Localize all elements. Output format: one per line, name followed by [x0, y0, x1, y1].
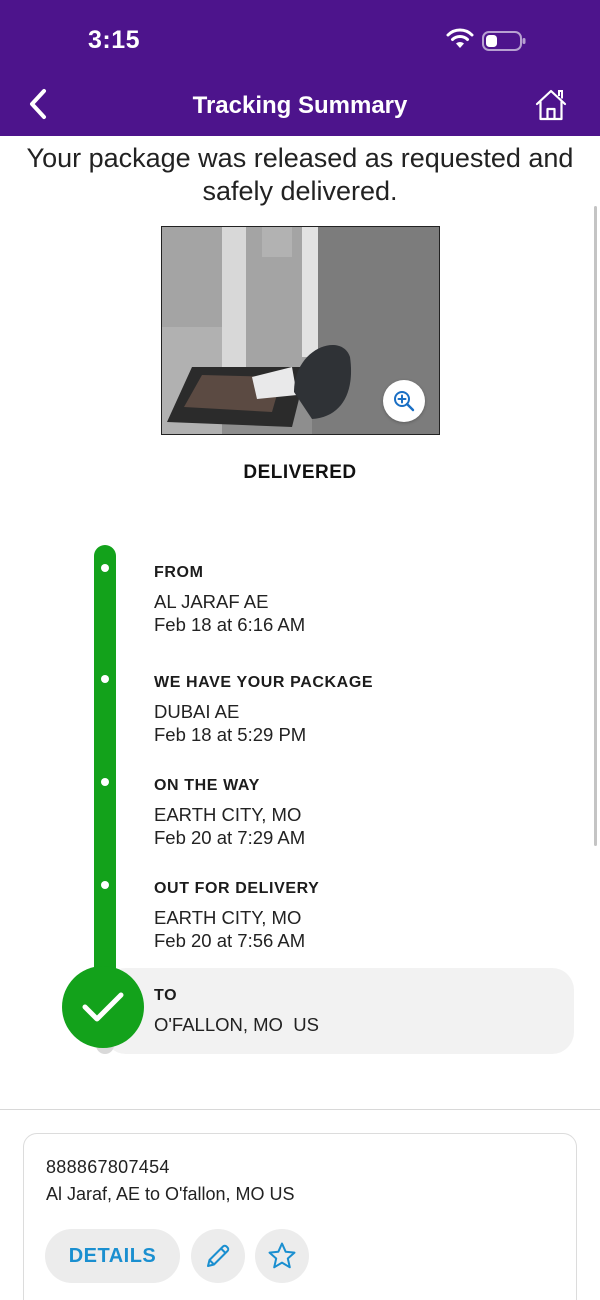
home-button[interactable]	[531, 86, 571, 124]
scrollbar[interactable]	[594, 206, 597, 846]
event-datetime: Feb 20 at 7:29 AM	[154, 827, 306, 848]
event-location: O'FALLON, MO US	[154, 1014, 319, 1035]
event-datetime: Feb 18 at 6:16 AM	[154, 614, 306, 635]
zoom-in-icon	[394, 391, 415, 412]
home-icon	[535, 89, 567, 121]
tracking-number: 888867807454	[46, 1157, 170, 1177]
timeline-event-on-the-way: ON THE WAY EARTH CITY, MO Feb 20 at 7:29…	[154, 777, 305, 849]
timeline-dot	[101, 778, 109, 786]
event-location: DUBAI AE	[154, 701, 240, 722]
favorite-button[interactable]	[255, 1229, 309, 1283]
event-title: ON THE WAY	[154, 777, 260, 794]
event-title: OUT FOR DELIVERY	[154, 880, 320, 897]
timeline-dot	[101, 675, 109, 683]
page-title: Tracking Summary	[192, 92, 408, 119]
details-button[interactable]: DETAILS	[45, 1229, 180, 1283]
delivery-message: Your package was released as requested a…	[26, 143, 574, 206]
checkmark-icon	[82, 992, 124, 1022]
event-location: EARTH CITY, MO	[154, 804, 302, 825]
event-title: WE HAVE YOUR PACKAGE	[154, 674, 374, 691]
timeline-event-picked-up: WE HAVE YOUR PACKAGE DUBAI AE Feb 18 at …	[154, 674, 373, 746]
timeline-event-out-for-delivery: OUT FOR DELIVERY EARTH CITY, MO Feb 20 a…	[154, 880, 319, 952]
pencil-icon	[207, 1244, 230, 1267]
zoom-photo-button[interactable]	[383, 380, 425, 422]
app-header: 3:15 Tracking Summary	[0, 0, 600, 136]
event-title: TO	[154, 987, 178, 1004]
shipment-card: 888867807454 Al Jaraf, AE to O'fallon, M…	[23, 1133, 577, 1300]
timeline-event-from: FROM AL JARAF AE Feb 18 at 6:16 AM	[154, 564, 305, 636]
event-datetime: Feb 20 at 7:56 AM	[154, 930, 306, 951]
event-location: EARTH CITY, MO	[154, 907, 302, 928]
section-divider	[0, 1109, 600, 1110]
event-title: FROM	[154, 564, 204, 581]
timeline-dot	[101, 881, 109, 889]
event-datetime: Feb 18 at 5:29 PM	[154, 724, 307, 745]
star-icon	[268, 1242, 296, 1269]
wifi-icon	[446, 28, 474, 48]
status-bar-time: 3:15	[88, 26, 141, 54]
battery-icon	[482, 31, 526, 51]
shipment-route: Al Jaraf, AE to O'fallon, MO US	[46, 1184, 295, 1204]
event-location: AL JARAF AE	[154, 591, 269, 612]
timeline-event-to: TO O'FALLON, MO US	[154, 987, 319, 1036]
delivery-status-label: DELIVERED	[243, 462, 357, 483]
timeline-dot	[101, 564, 109, 572]
edit-button[interactable]	[191, 1229, 245, 1283]
delivered-check-badge	[62, 966, 144, 1048]
